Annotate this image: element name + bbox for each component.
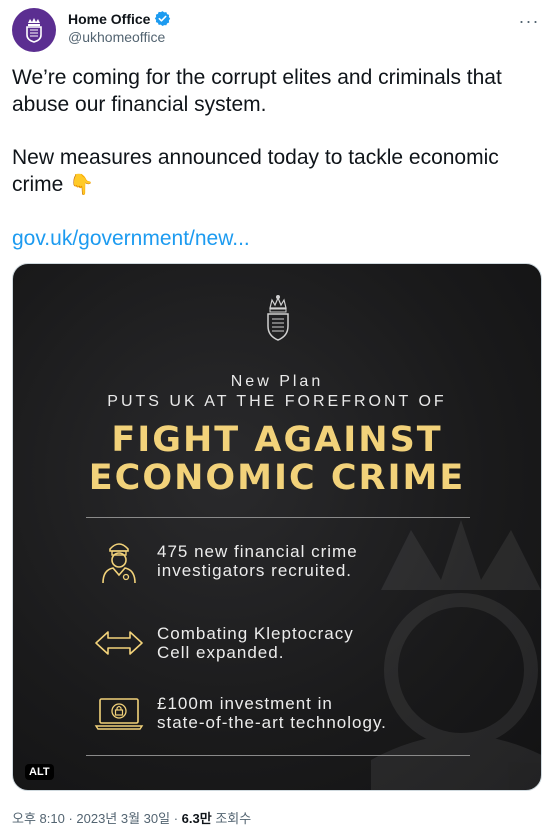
image-headline-line1: FIGHT AGAINST	[111, 420, 443, 460]
image-item-kleptocracy: Combating Kleptocracy Cell expanded.	[93, 618, 483, 668]
tweet-meta: 오후 8:10 · 2023년 3월 30일 · 6.3만 조회수	[12, 808, 251, 827]
item-line1: £100m investment in	[157, 694, 333, 713]
item-line1: 475 new financial crime	[157, 542, 358, 561]
divider	[86, 755, 470, 756]
author-handle[interactable]: @ukhomeoffice	[68, 29, 171, 45]
more-options-icon[interactable]: ···	[518, 10, 540, 32]
item-line2: investigators recruited.	[157, 561, 353, 580]
alt-text-button[interactable]: ALT	[25, 764, 54, 780]
tweet-timestamp[interactable]: 오후 8:10 · 2023년 3월 30일 ·	[12, 811, 182, 826]
tweet-text-line1: We’re coming for the corrupt elites and …	[12, 66, 502, 116]
image-subtitle: PUTS UK AT THE FOREFRONT OF	[107, 393, 447, 410]
royal-crest-icon	[267, 295, 289, 341]
image-item-technology: £100m investment in state-of-the-art tec…	[93, 688, 483, 738]
divider	[86, 517, 470, 518]
royal-crest-icon	[26, 18, 42, 43]
image-headline-line2: ECONOMIC CRIME	[88, 458, 466, 498]
image-item-investigators: 475 new financial crime investigators re…	[93, 536, 483, 586]
tweet-image[interactable]: New Plan PUTS UK AT THE FOREFRONT OF FIG…	[12, 263, 542, 791]
display-name[interactable]: Home Office	[68, 11, 150, 27]
pointing-down-emoji: 👇	[69, 174, 95, 196]
item-line2: state-of-the-art technology.	[157, 713, 387, 732]
tweet-text: We’re coming for the corrupt elites and …	[12, 64, 546, 252]
image-kicker: New Plan	[230, 373, 324, 390]
item-line2: Cell expanded.	[157, 643, 285, 662]
tweet-link[interactable]: gov.uk/government/new...	[12, 227, 250, 250]
avatar[interactable]	[12, 8, 56, 52]
verified-badge-icon	[155, 11, 171, 26]
views-count: 6.3만	[181, 811, 212, 826]
tweet-header: Home Office @ukhomeoffice ···	[12, 8, 546, 54]
investigator-icon	[102, 543, 136, 584]
arrows-left-right-icon	[95, 631, 143, 655]
views-label: 조회수	[211, 811, 252, 826]
image-headline: FIGHT AGAINST ECONOMIC CRIME	[13, 421, 541, 497]
item-line1: Combating Kleptocracy	[157, 624, 354, 643]
laptop-lock-icon	[94, 698, 144, 730]
